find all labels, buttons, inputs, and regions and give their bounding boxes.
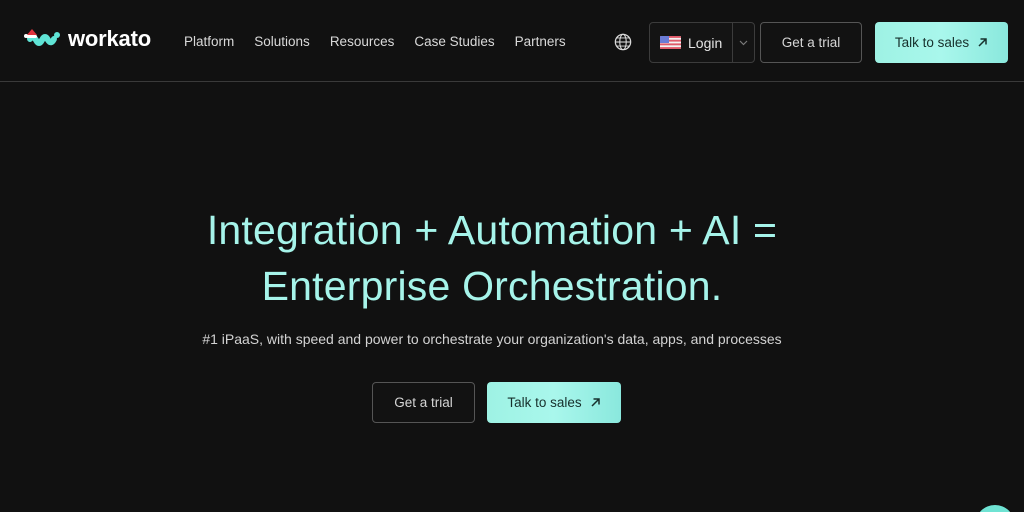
arrow-up-right-icon <box>978 38 987 47</box>
hero-talk-to-sales-button[interactable]: Talk to sales <box>487 382 621 423</box>
hero-title-line-2: Enterprise Orchestration. <box>261 263 723 309</box>
arrow-up-right-icon <box>591 398 600 407</box>
globe-icon[interactable] <box>614 33 632 51</box>
hero-title-line-1: Integration + Automation + AI = <box>206 207 778 253</box>
nav-item-partners[interactable]: Partners <box>515 34 566 49</box>
us-flag-icon <box>660 36 681 49</box>
nav-item-case-studies[interactable]: Case Studies <box>414 34 494 49</box>
header-talk-to-sales-button[interactable]: Talk to sales <box>875 22 1008 63</box>
workato-logo-icon <box>24 29 60 46</box>
login-dropdown-toggle[interactable] <box>732 23 754 62</box>
chat-widget-button[interactable] <box>975 505 1015 512</box>
login-button[interactable]: Login <box>650 23 732 62</box>
hero-get-trial-label: Get a trial <box>394 395 453 410</box>
header-talk-to-sales-label: Talk to sales <box>894 35 970 50</box>
hero-subtitle: #1 iPaaS, with speed and power to orches… <box>202 331 782 347</box>
header-get-trial-label: Get a trial <box>781 35 841 50</box>
workato-logo[interactable]: workato <box>24 26 151 52</box>
hero-title: Integration + Automation + AI = Enterpri… <box>0 202 984 314</box>
top-navigation-bar: workato Platform Solutions Resources Cas… <box>0 0 1024 82</box>
hero-get-trial-button[interactable]: Get a trial <box>372 382 475 423</box>
login-label: Login <box>688 34 723 51</box>
main-nav: Platform Solutions Resources Case Studie… <box>184 34 586 49</box>
chevron-down-icon <box>739 40 748 45</box>
hero-talk-to-sales-label: Talk to sales <box>507 395 582 410</box>
header-get-trial-button[interactable]: Get a trial <box>760 22 862 63</box>
nav-item-resources[interactable]: Resources <box>330 34 395 49</box>
logo-text: workato <box>68 26 151 51</box>
nav-item-solutions[interactable]: Solutions <box>254 34 310 49</box>
nav-item-platform[interactable]: Platform <box>184 34 234 49</box>
login-button-group: Login <box>649 22 755 63</box>
